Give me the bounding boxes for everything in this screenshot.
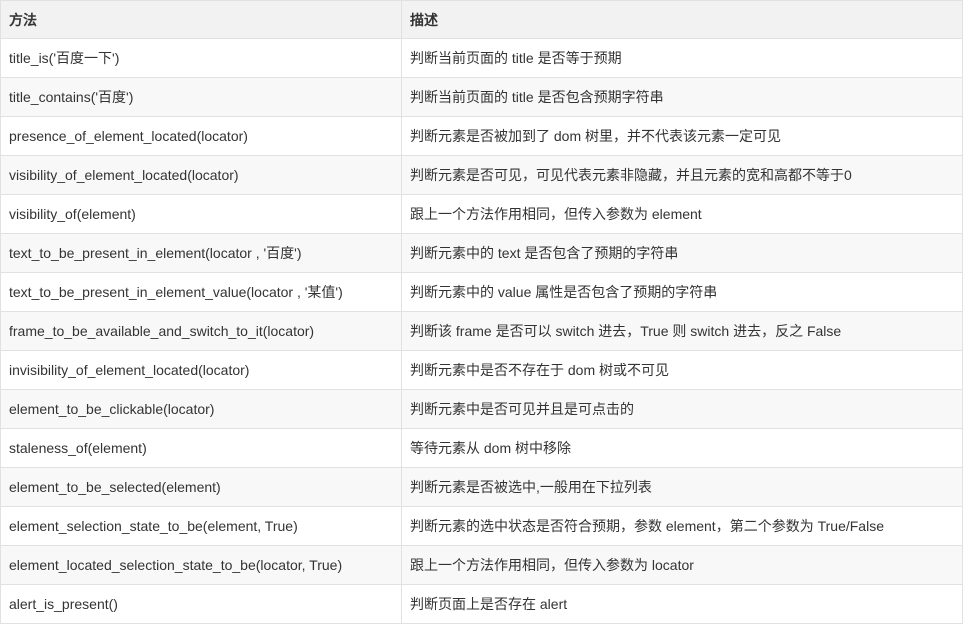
method-cell: element_to_be_clickable(locator) — [0, 389, 402, 429]
description-cell: 判断元素是否可见，可见代表元素非隐藏，并且元素的宽和高都不等于0 — [401, 155, 963, 195]
methods-table: 方法 描述 title_is('百度一下') 判断当前页面的 title 是否等… — [0, 0, 963, 624]
table-row: presence_of_element_located(locator) 判断元… — [0, 116, 963, 156]
description-cell: 跟上一个方法作用相同，但传入参数为 element — [401, 194, 963, 234]
description-cell: 判断元素中的 text 是否包含了预期的字符串 — [401, 233, 963, 273]
table-row: visibility_of_element_located(locator) 判… — [0, 155, 963, 195]
description-cell: 判断当前页面的 title 是否包含预期字符串 — [401, 77, 963, 117]
description-cell: 判断该 frame 是否可以 switch 进去，True 则 switch 进… — [401, 311, 963, 351]
header-row: 方法 描述 — [0, 0, 963, 39]
description-cell: 判断元素的选中状态是否符合预期，参数 element，第二个参数为 True/F… — [401, 506, 963, 546]
method-cell: visibility_of(element) — [0, 194, 402, 234]
table-header: 方法 描述 — [0, 0, 963, 39]
method-cell: invisibility_of_element_located(locator) — [0, 350, 402, 390]
method-cell: visibility_of_element_located(locator) — [0, 155, 402, 195]
table-body: title_is('百度一下') 判断当前页面的 title 是否等于预期 ti… — [0, 38, 963, 624]
table-row: element_to_be_clickable(locator) 判断元素中是否… — [0, 389, 963, 429]
method-cell: text_to_be_present_in_element(locator , … — [0, 233, 402, 273]
method-cell: text_to_be_present_in_element_value(loca… — [0, 272, 402, 312]
table-row: invisibility_of_element_located(locator)… — [0, 350, 963, 390]
table-row: element_selection_state_to_be(element, T… — [0, 506, 963, 546]
methods-table-container: 方法 描述 title_is('百度一下') 判断当前页面的 title 是否等… — [0, 0, 963, 624]
description-cell: 判断页面上是否存在 alert — [401, 584, 963, 624]
method-cell: frame_to_be_available_and_switch_to_it(l… — [0, 311, 402, 351]
description-cell: 判断元素是否被加到了 dom 树里，并不代表该元素一定可见 — [401, 116, 963, 156]
table-row: alert_is_present() 判断页面上是否存在 alert — [0, 584, 963, 624]
description-cell: 跟上一个方法作用相同，但传入参数为 locator — [401, 545, 963, 585]
description-cell: 判断元素中是否可见并且是可点击的 — [401, 389, 963, 429]
table-row: visibility_of(element) 跟上一个方法作用相同，但传入参数为… — [0, 194, 963, 234]
description-cell: 判断元素中是否不存在于 dom 树或不可见 — [401, 350, 963, 390]
header-method: 方法 — [0, 0, 402, 39]
method-cell: title_is('百度一下') — [0, 38, 402, 78]
method-cell: alert_is_present() — [0, 584, 402, 624]
table-row: title_is('百度一下') 判断当前页面的 title 是否等于预期 — [0, 38, 963, 78]
table-row: element_to_be_selected(element) 判断元素是否被选… — [0, 467, 963, 507]
description-cell: 判断元素是否被选中,一般用在下拉列表 — [401, 467, 963, 507]
table-row: element_located_selection_state_to_be(lo… — [0, 545, 963, 585]
method-cell: element_selection_state_to_be(element, T… — [0, 506, 402, 546]
header-description: 描述 — [401, 0, 963, 39]
table-row: staleness_of(element) 等待元素从 dom 树中移除 — [0, 428, 963, 468]
table-row: text_to_be_present_in_element(locator , … — [0, 233, 963, 273]
table-row: text_to_be_present_in_element_value(loca… — [0, 272, 963, 312]
method-cell: staleness_of(element) — [0, 428, 402, 468]
description-cell: 等待元素从 dom 树中移除 — [401, 428, 963, 468]
description-cell: 判断元素中的 value 属性是否包含了预期的字符串 — [401, 272, 963, 312]
method-cell: element_to_be_selected(element) — [0, 467, 402, 507]
table-row: frame_to_be_available_and_switch_to_it(l… — [0, 311, 963, 351]
table-row: title_contains('百度') 判断当前页面的 title 是否包含预… — [0, 77, 963, 117]
method-cell: presence_of_element_located(locator) — [0, 116, 402, 156]
method-cell: title_contains('百度') — [0, 77, 402, 117]
method-cell: element_located_selection_state_to_be(lo… — [0, 545, 402, 585]
description-cell: 判断当前页面的 title 是否等于预期 — [401, 38, 963, 78]
